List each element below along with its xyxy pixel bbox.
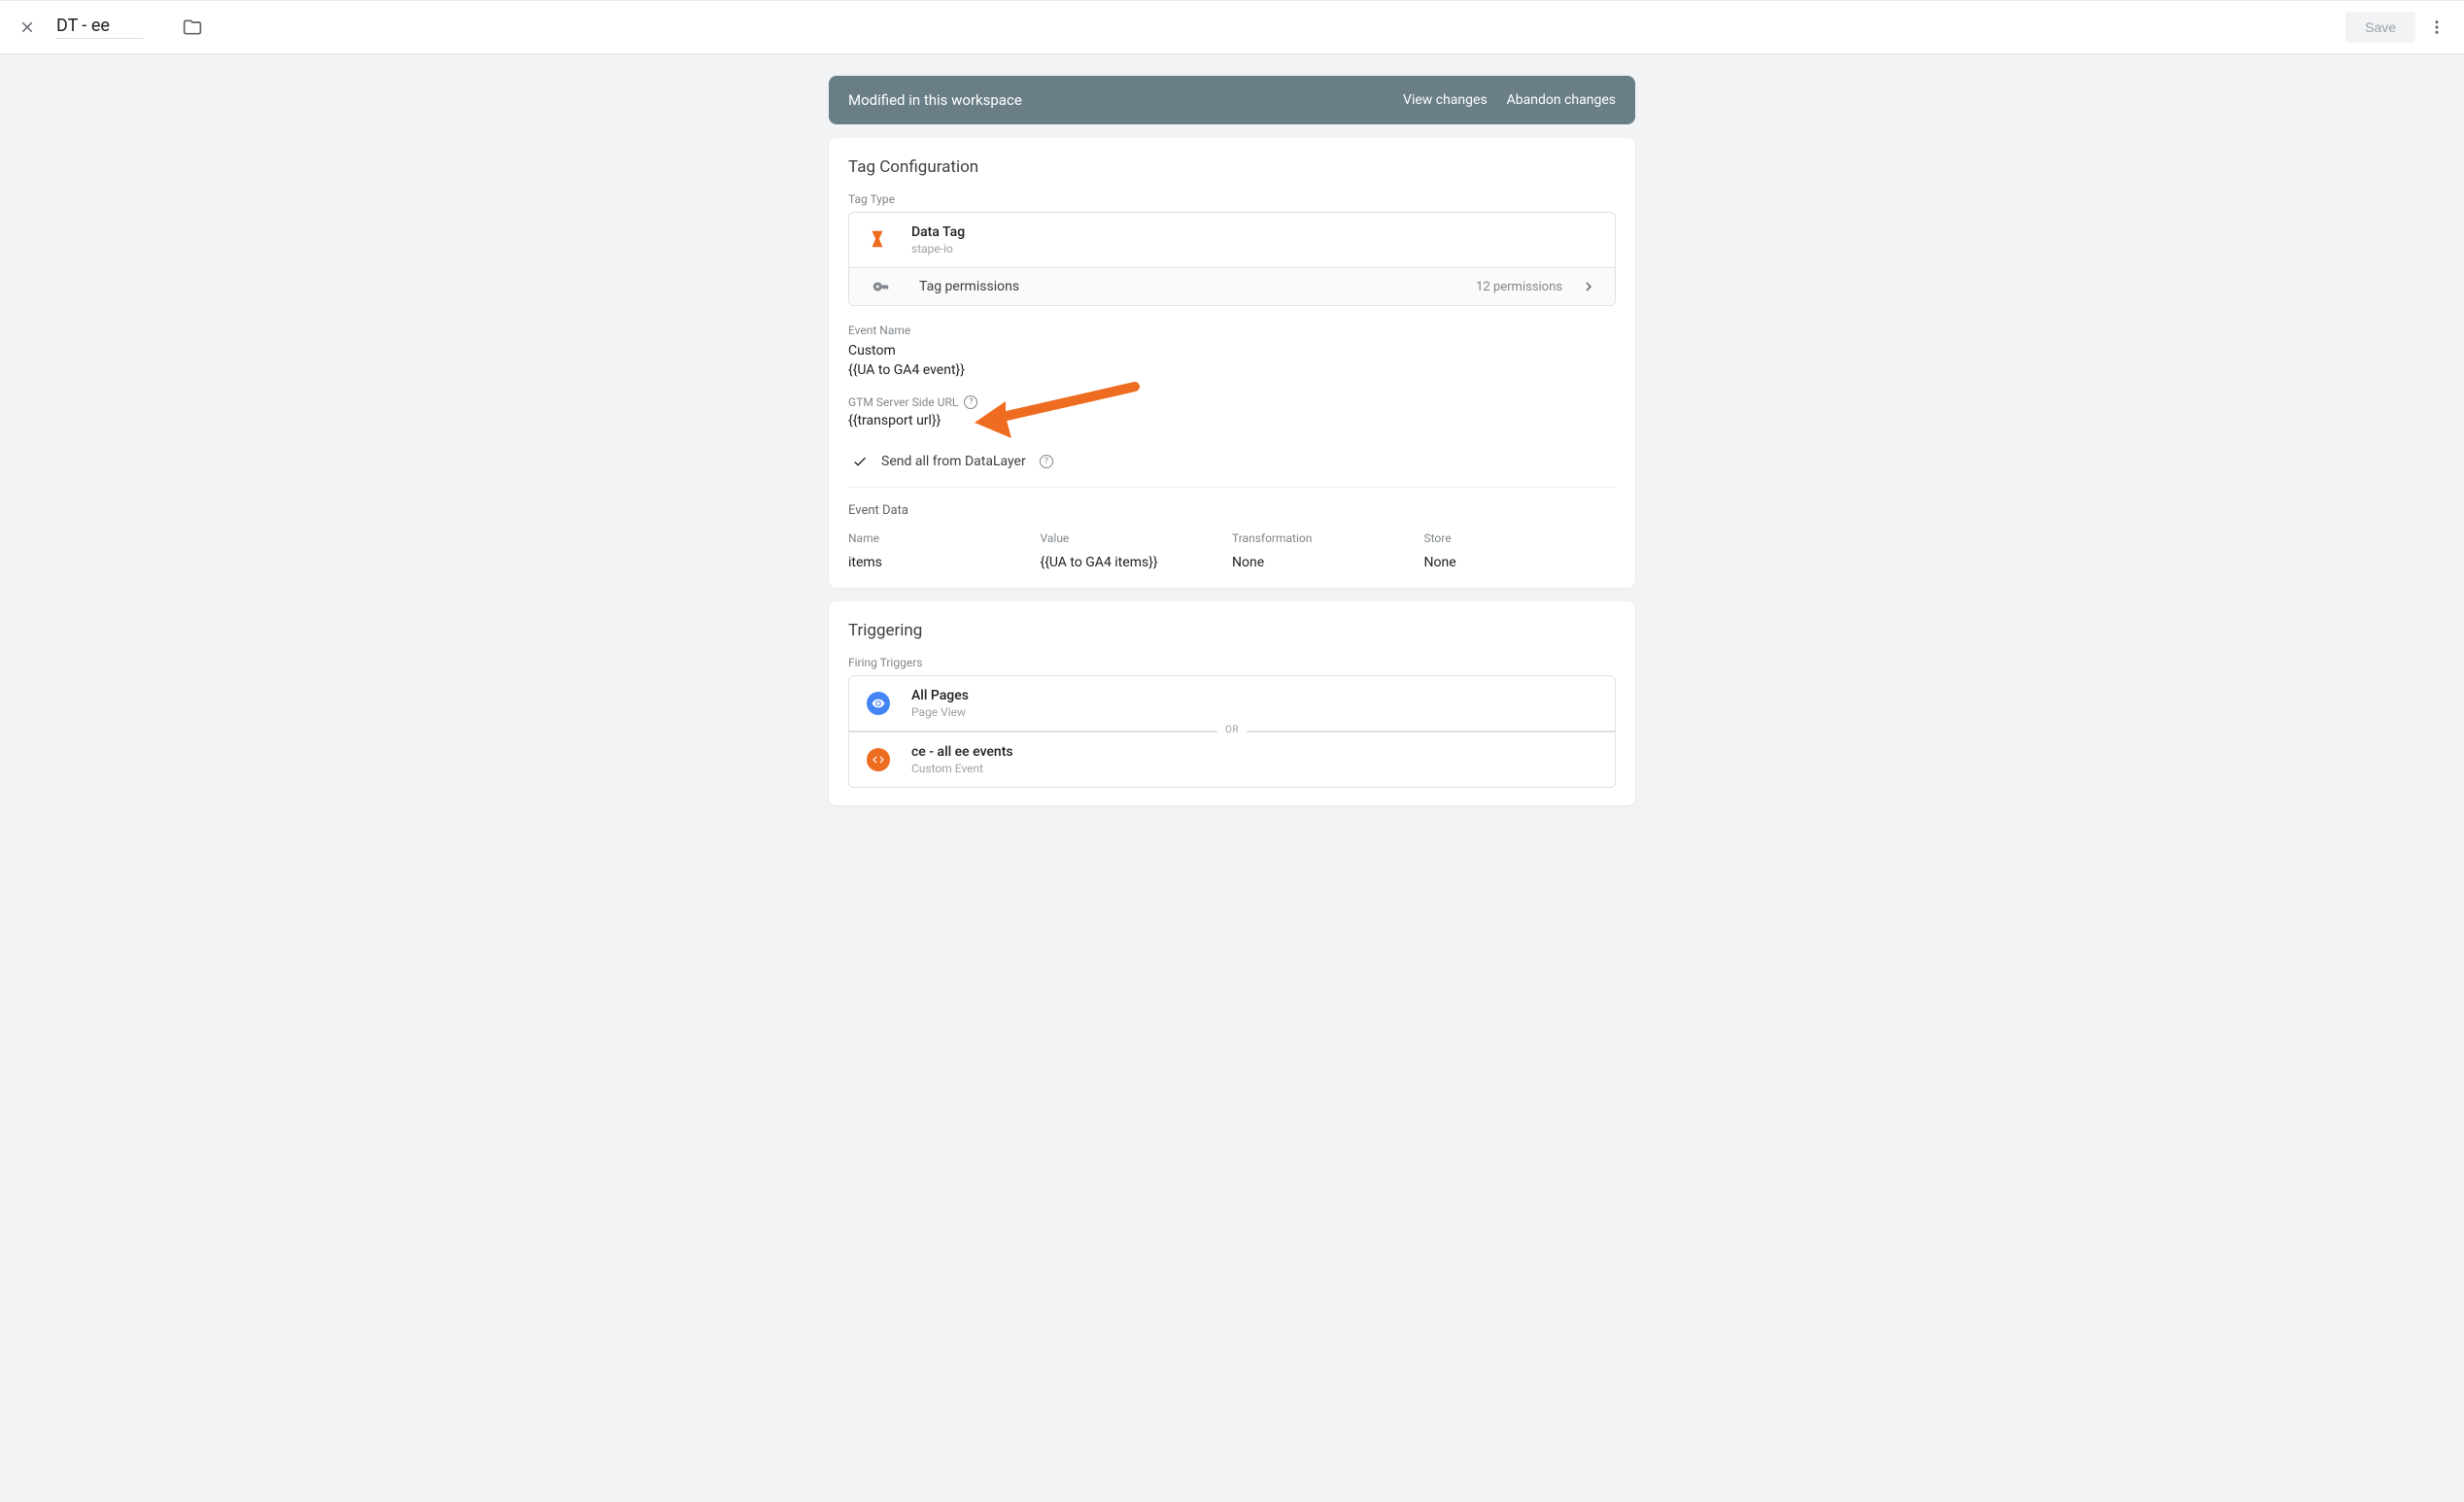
triggering-card: Triggering Firing Triggers All Pages Pag… bbox=[829, 601, 1635, 805]
trigger-type: Page View bbox=[911, 705, 969, 719]
trigger-list: All Pages Page View OR ce - all ee event… bbox=[848, 675, 1616, 788]
modified-banner: Modified in this workspace View changes … bbox=[829, 76, 1635, 124]
editor-header: DT - ee Save bbox=[0, 0, 2464, 54]
event-name-variable: {{UA to GA4 event}} bbox=[848, 362, 1616, 378]
banner-message: Modified in this workspace bbox=[848, 91, 1384, 109]
event-data-table: Name Value Transformation Store items {{… bbox=[848, 531, 1616, 570]
permissions-count: 12 permissions bbox=[1476, 280, 1562, 294]
server-url-block: GTM Server Side URL ? {{transport url}} bbox=[848, 395, 1616, 428]
help-icon[interactable]: ? bbox=[1040, 455, 1053, 468]
abandon-changes-link[interactable]: Abandon changes bbox=[1507, 92, 1616, 108]
save-button[interactable]: Save bbox=[2345, 12, 2415, 43]
send-all-row: Send all from DataLayer ? bbox=[848, 446, 1616, 488]
close-icon[interactable] bbox=[16, 16, 39, 39]
custom-event-icon bbox=[867, 748, 890, 771]
tag-type-label: Tag Type bbox=[848, 192, 1616, 206]
help-icon[interactable]: ? bbox=[964, 395, 977, 409]
firing-triggers-label: Firing Triggers bbox=[848, 656, 1616, 669]
view-changes-link[interactable]: View changes bbox=[1403, 92, 1488, 108]
tag-config-title: Tag Configuration bbox=[848, 157, 1616, 177]
trigger-row[interactable]: All Pages Page View bbox=[849, 676, 1615, 731]
cell-store: None bbox=[1424, 555, 1617, 570]
cell-transformation: None bbox=[1232, 555, 1424, 570]
tag-type-provider: stape-io bbox=[911, 242, 965, 256]
event-data-label: Event Data bbox=[848, 503, 1616, 518]
trigger-name: ce - all ee events bbox=[911, 744, 1013, 760]
permissions-label: Tag permissions bbox=[919, 279, 1476, 294]
pageview-icon bbox=[867, 692, 890, 715]
server-url-label: GTM Server Side URL bbox=[848, 395, 958, 409]
tag-configuration-card: Tag Configuration Tag Type Data Tag stap… bbox=[829, 138, 1635, 588]
trigger-row[interactable]: ce - all ee events Custom Event bbox=[849, 733, 1615, 787]
triggering-title: Triggering bbox=[848, 621, 1616, 640]
trigger-type: Custom Event bbox=[911, 762, 1013, 775]
trigger-name: All Pages bbox=[911, 688, 969, 703]
col-transformation: Transformation bbox=[1232, 531, 1424, 545]
send-all-label: Send all from DataLayer bbox=[881, 454, 1026, 469]
folder-icon[interactable] bbox=[183, 17, 202, 37]
tag-type-box: Data Tag stape-io Tag permissions 12 per… bbox=[848, 212, 1616, 306]
key-icon bbox=[873, 278, 890, 295]
server-url-value: {{transport url}} bbox=[848, 413, 1616, 428]
tag-type-row[interactable]: Data Tag stape-io bbox=[849, 213, 1615, 267]
col-name: Name bbox=[848, 531, 1041, 545]
more-menu-icon[interactable] bbox=[2425, 16, 2448, 39]
cell-value: {{UA to GA4 items}} bbox=[1041, 555, 1233, 570]
tag-permissions-row[interactable]: Tag permissions 12 permissions bbox=[849, 267, 1615, 305]
event-name-value: Custom bbox=[848, 343, 1616, 358]
event-name-label: Event Name bbox=[848, 324, 1616, 337]
chevron-right-icon bbox=[1580, 278, 1597, 295]
tag-type-name: Data Tag bbox=[911, 224, 965, 240]
data-tag-icon bbox=[867, 228, 890, 252]
check-icon bbox=[848, 454, 868, 469]
col-value: Value bbox=[1041, 531, 1233, 545]
table-row: items {{UA to GA4 items}} None None bbox=[848, 555, 1616, 570]
cell-name: items bbox=[848, 555, 1041, 570]
col-store: Store bbox=[1424, 531, 1617, 545]
event-name-block: Event Name Custom {{UA to GA4 event}} bbox=[848, 324, 1616, 378]
tag-name-input[interactable]: DT - ee bbox=[56, 16, 144, 39]
arrow-annotation bbox=[965, 382, 1140, 440]
